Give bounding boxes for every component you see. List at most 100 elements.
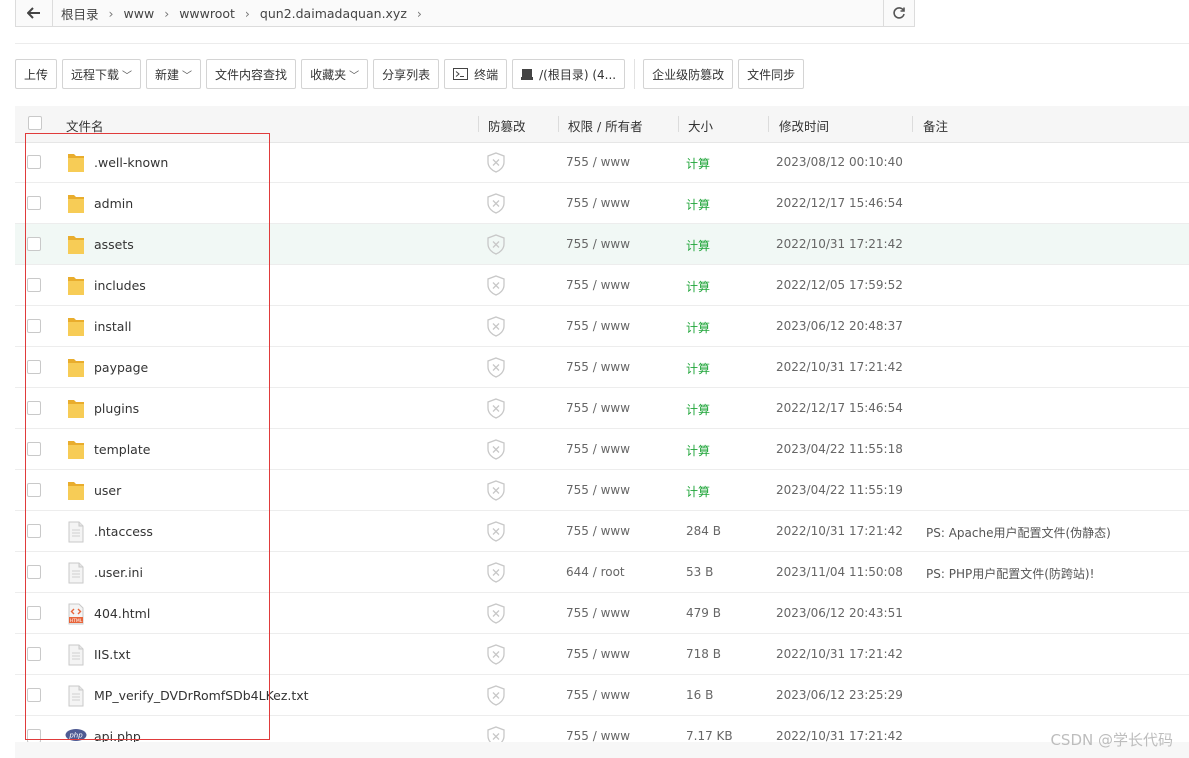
row-checkbox[interactable] (27, 565, 41, 579)
shield-x-icon[interactable] (486, 398, 506, 422)
file-name[interactable]: .htaccess (94, 524, 153, 539)
table-row[interactable]: MP_verify_DVDrRomfSDb4LKez.txt 755 / www… (15, 675, 1189, 716)
file-permission[interactable]: 755 / www (566, 688, 630, 702)
header-mtime[interactable]: 修改时间 (779, 116, 829, 135)
file-size[interactable]: 计算 (686, 360, 710, 377)
row-checkbox[interactable] (27, 647, 41, 661)
upload-button[interactable]: 上传 (15, 59, 58, 89)
shield-x-icon[interactable] (486, 439, 506, 463)
row-checkbox[interactable] (27, 237, 41, 251)
table-row[interactable]: install 755 / www 计算 2023/06/12 20:48:37 (15, 306, 1189, 347)
file-name[interactable]: .well-known (94, 155, 168, 170)
breadcrumb-item-site[interactable]: qun2.daimadaquan.xyz (260, 6, 413, 21)
favorites-button[interactable]: 收藏夹 ﹀ (301, 59, 369, 89)
file-name[interactable]: admin (94, 196, 133, 211)
file-name[interactable]: install (94, 319, 131, 334)
column-divider[interactable] (478, 116, 479, 132)
breadcrumb-item-www[interactable]: www (124, 6, 161, 21)
shield-x-icon[interactable] (486, 685, 506, 709)
file-size[interactable]: 计算 (686, 319, 710, 336)
header-tamper[interactable]: 防篡改 (488, 116, 526, 135)
remote-download-button[interactable]: 远程下载 ﹀ (62, 59, 142, 89)
row-checkbox[interactable] (27, 155, 41, 169)
table-row[interactable]: includes 755 / www 计算 2022/12/05 17:59:5… (15, 265, 1189, 306)
file-name[interactable]: paypage (94, 360, 148, 375)
file-size[interactable]: 计算 (686, 196, 710, 213)
table-row[interactable]: paypage 755 / www 计算 2022/10/31 17:21:42 (15, 347, 1189, 388)
row-checkbox[interactable] (27, 606, 41, 620)
shield-x-icon[interactable] (486, 480, 506, 504)
row-checkbox[interactable] (27, 401, 41, 415)
row-checkbox[interactable] (27, 688, 41, 702)
shield-x-icon[interactable] (486, 603, 506, 627)
file-permission[interactable]: 755 / www (566, 237, 630, 251)
file-note[interactable]: PS: PHP用户配置文件(防跨站)! (926, 565, 1094, 582)
table-row[interactable]: assets 755 / www 计算 2022/10/31 17:21:42 (15, 224, 1189, 265)
file-permission[interactable]: 755 / www (566, 729, 630, 743)
row-checkbox[interactable] (27, 729, 41, 743)
share-list-button[interactable]: 分享列表 (373, 59, 440, 89)
breadcrumb-item-wwwroot[interactable]: wwwroot (179, 6, 241, 21)
column-divider[interactable] (768, 116, 769, 132)
file-size[interactable]: 计算 (686, 155, 710, 172)
file-name[interactable]: IIS.txt (94, 647, 130, 662)
row-checkbox[interactable] (27, 278, 41, 292)
disk-button[interactable]: /(根目录) (4... (512, 59, 626, 89)
file-permission[interactable]: 755 / www (566, 401, 630, 415)
file-name[interactable]: MP_verify_DVDrRomfSDb4LKez.txt (94, 688, 309, 703)
file-permission[interactable]: 755 / www (566, 278, 630, 292)
table-row[interactable]: .well-known 755 / www 计算 2023/08/12 00:1… (15, 142, 1189, 183)
row-checkbox[interactable] (27, 319, 41, 333)
file-sync-button[interactable]: 文件同步 (738, 59, 805, 89)
row-checkbox[interactable] (27, 524, 41, 538)
table-row[interactable]: IIS.txt 755 / www 718 B 2022/10/31 17:21… (15, 634, 1189, 675)
file-name[interactable]: includes (94, 278, 146, 293)
file-permission[interactable]: 755 / www (566, 606, 630, 620)
back-button[interactable] (16, 0, 53, 26)
header-name[interactable]: 文件名 (66, 116, 104, 135)
shield-x-icon[interactable] (486, 316, 506, 340)
row-checkbox[interactable] (27, 196, 41, 210)
table-row[interactable]: .htaccess 755 / www 284 B 2022/10/31 17:… (15, 511, 1189, 552)
row-checkbox[interactable] (27, 442, 41, 456)
header-perm[interactable]: 权限 / 所有者 (568, 116, 643, 135)
select-all-checkbox[interactable] (28, 116, 42, 130)
file-name[interactable]: assets (94, 237, 134, 252)
column-divider[interactable] (678, 116, 679, 132)
file-name[interactable]: 404.html (94, 606, 150, 621)
shield-x-icon[interactable] (486, 562, 506, 586)
file-permission[interactable]: 755 / www (566, 647, 630, 661)
table-row[interactable]: user 755 / www 计算 2023/04/22 11:55:19 (15, 470, 1189, 511)
file-name[interactable]: plugins (94, 401, 139, 416)
table-row[interactable]: template 755 / www 计算 2023/04/22 11:55:1… (15, 429, 1189, 470)
row-checkbox[interactable] (27, 483, 41, 497)
shield-x-icon[interactable] (486, 521, 506, 545)
terminal-button[interactable]: 终端 (444, 59, 508, 89)
shield-x-icon[interactable] (486, 234, 506, 258)
file-size[interactable]: 计算 (686, 278, 710, 295)
file-name[interactable]: user (94, 483, 121, 498)
enterprise-tamper-button[interactable]: 企业级防篡改 (643, 59, 734, 89)
file-size[interactable]: 计算 (686, 401, 710, 418)
file-permission[interactable]: 755 / www (566, 442, 630, 456)
file-permission[interactable]: 755 / www (566, 524, 630, 538)
shield-x-icon[interactable] (486, 193, 506, 217)
shield-x-icon[interactable] (486, 275, 506, 299)
shield-x-icon[interactable] (486, 357, 506, 381)
table-row[interactable]: admin 755 / www 计算 2022/12/17 15:46:54 (15, 183, 1189, 224)
column-divider[interactable] (558, 116, 559, 132)
content-search-button[interactable]: 文件内容查找 (206, 59, 297, 89)
column-divider[interactable] (912, 116, 913, 132)
refresh-button[interactable] (883, 0, 914, 26)
new-button[interactable]: 新建 ﹀ (146, 59, 202, 89)
file-permission[interactable]: 644 / root (566, 565, 625, 579)
file-name[interactable]: template (94, 442, 150, 457)
shield-x-icon[interactable] (486, 152, 506, 176)
file-permission[interactable]: 755 / www (566, 196, 630, 210)
file-note[interactable]: PS: Apache用户配置文件(伪静态) (926, 524, 1111, 541)
table-row[interactable]: plugins 755 / www 计算 2022/12/17 15:46:54 (15, 388, 1189, 429)
row-checkbox[interactable] (27, 360, 41, 374)
file-permission[interactable]: 755 / www (566, 319, 630, 333)
shield-x-icon[interactable] (486, 644, 506, 668)
file-permission[interactable]: 755 / www (566, 360, 630, 374)
